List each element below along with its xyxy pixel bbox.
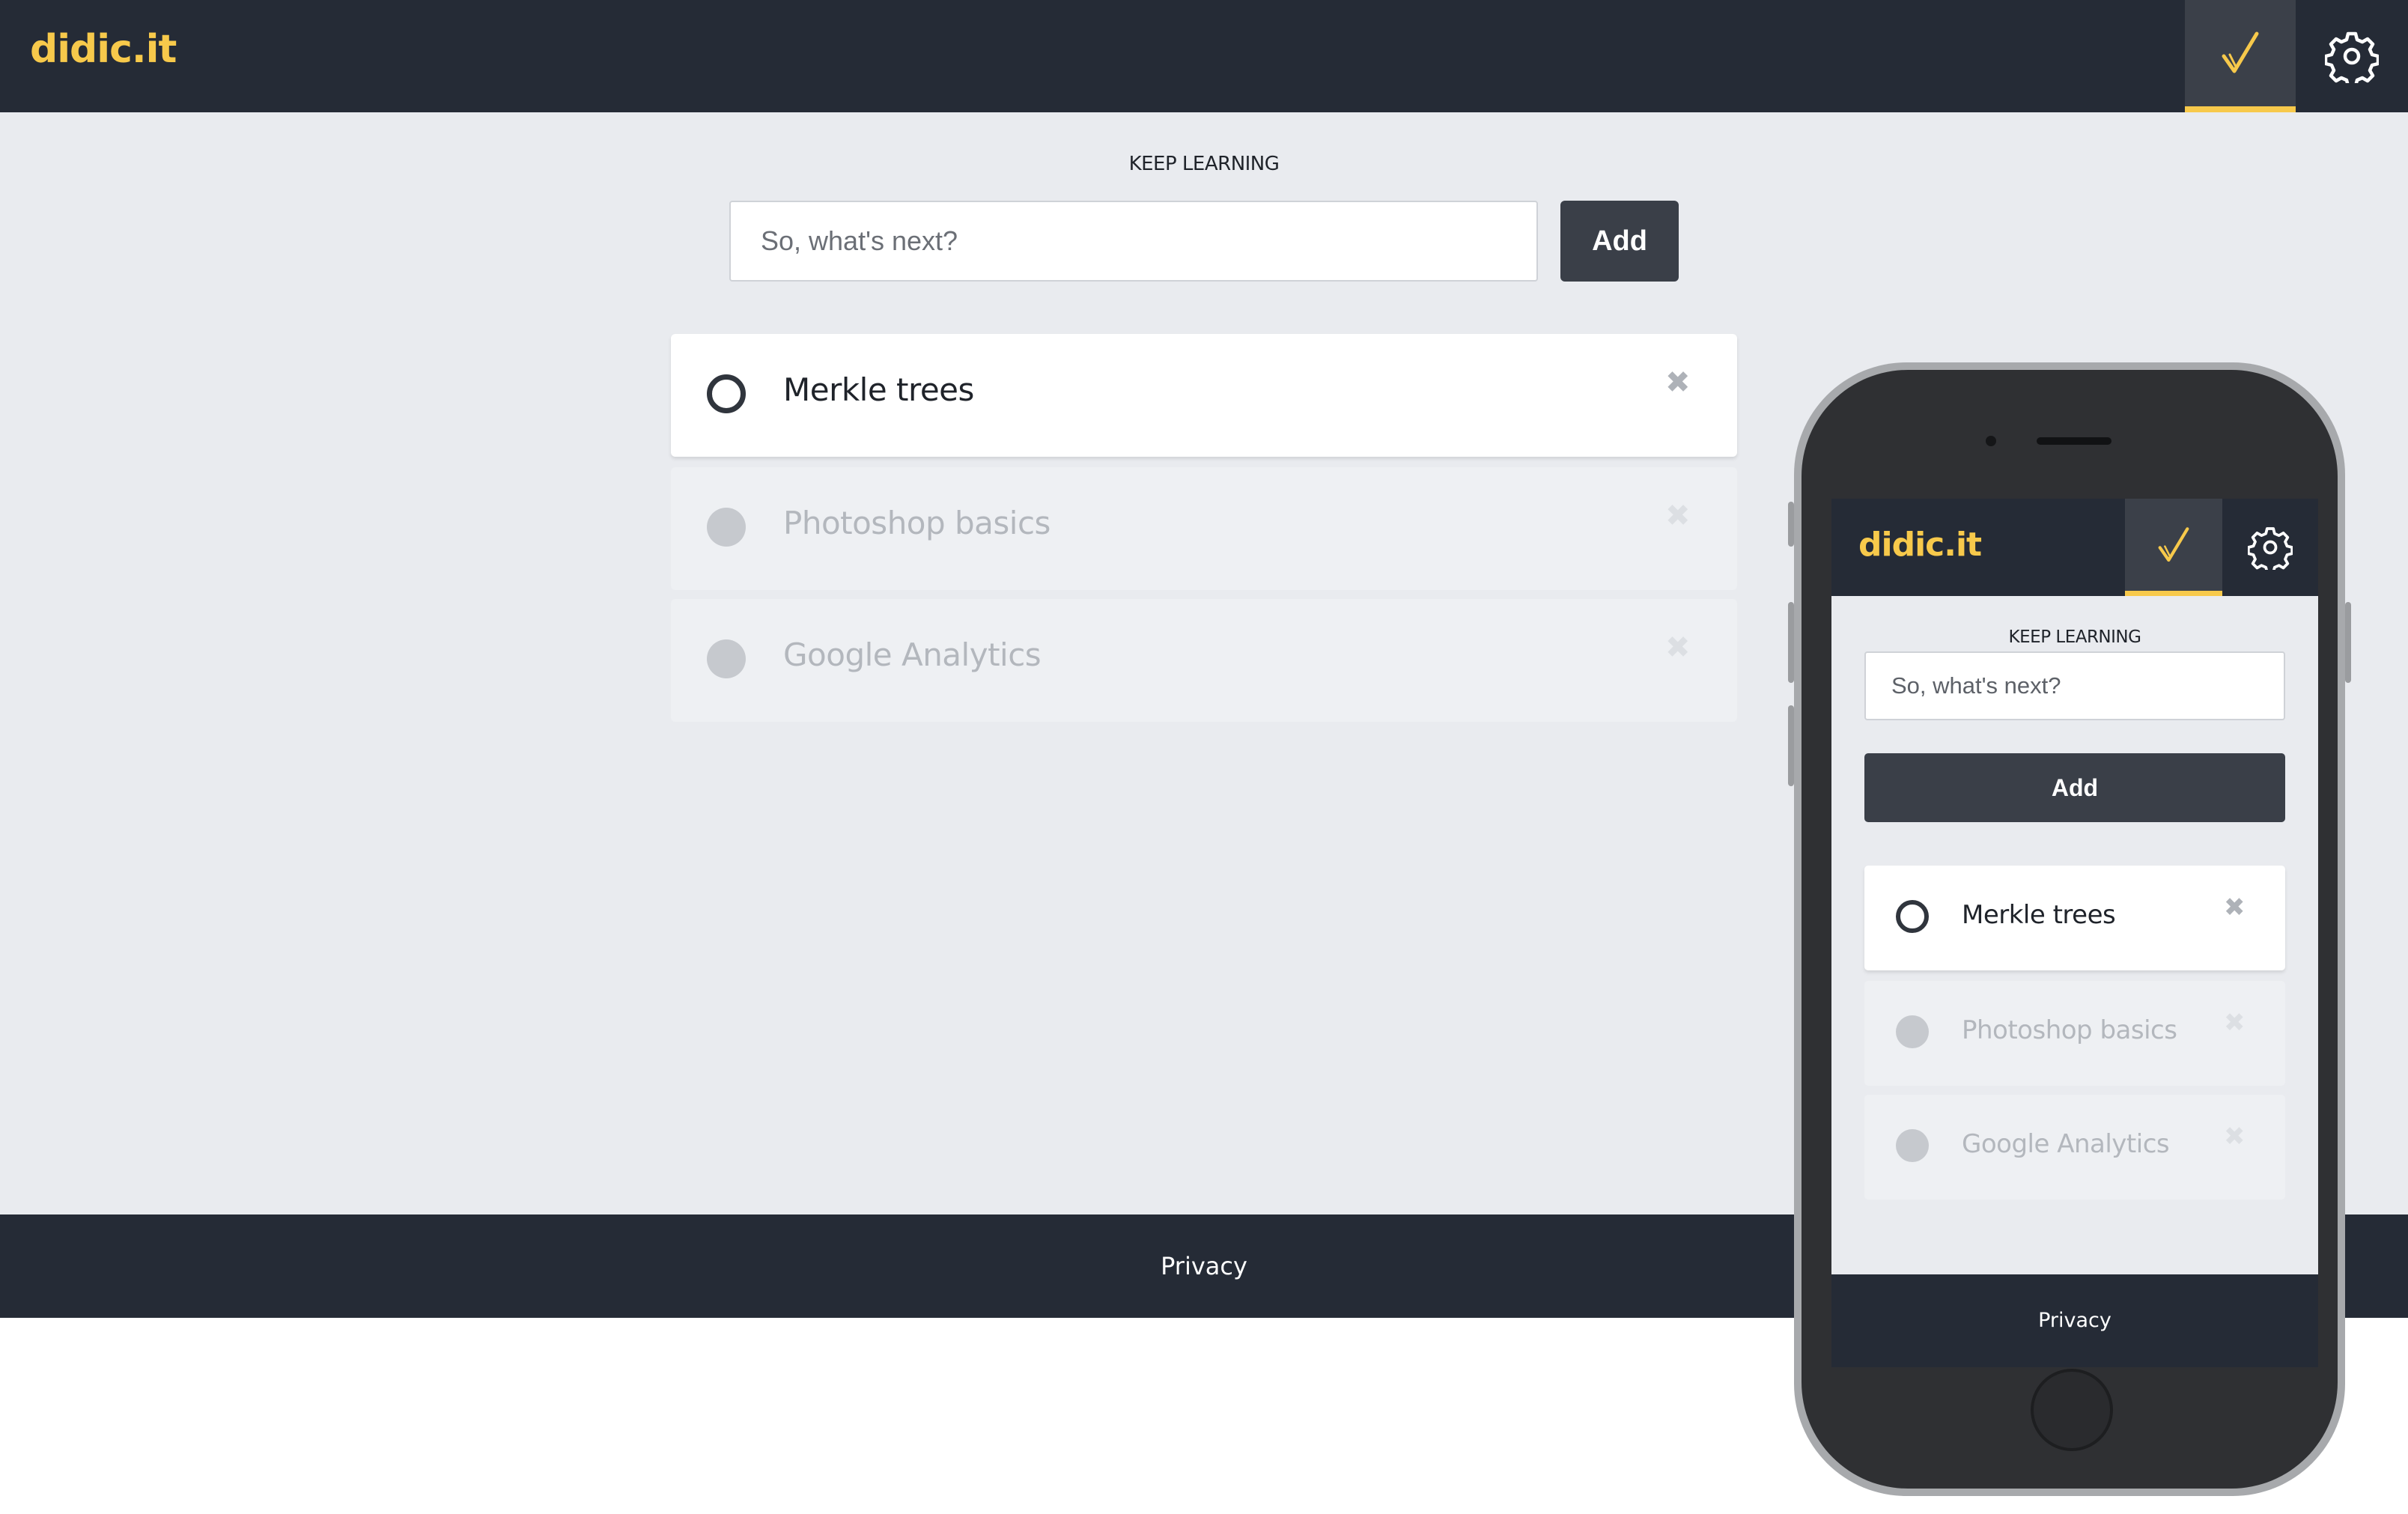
logo[interactable]: didic.it [30,27,177,72]
list-item[interactable]: Merkle trees ✖ [671,334,1737,457]
mobile-footer: Privacy [1831,1274,2318,1367]
phone-volume-up [1788,602,1794,683]
checkmark-icon [2222,31,2259,73]
item-label: Google Analytics [783,636,1042,673]
new-item-input[interactable] [729,201,1538,282]
phone-volume-down [1788,705,1794,786]
delete-icon[interactable]: ✖ [1665,499,1691,533]
phone-power-button [2345,602,2351,683]
checkbox-circle[interactable] [707,508,746,547]
mobile-list-item[interactable]: Photoshop basics ✖ [1864,981,2285,1086]
phone-body: didic.it KEEP LEARNING So, what's next? … [1802,370,2338,1489]
item-label: Merkle trees [783,371,974,408]
mobile-section-title: KEEP LEARNING [2008,627,2141,647]
checkbox-circle[interactable] [1896,1015,1929,1048]
list-item[interactable]: Photoshop basics ✖ [671,467,1737,590]
checkbox-circle[interactable] [1896,900,1929,933]
item-label: Photoshop basics [1962,1015,2177,1045]
checkbox-circle[interactable] [1896,1129,1929,1162]
item-label: Photoshop basics [783,505,1051,541]
gear-icon [2325,31,2379,83]
section-title: KEEP LEARNING [1128,153,1280,175]
app-header: didic.it [0,0,2408,112]
add-button[interactable]: Add [1560,201,1679,282]
mobile-logo[interactable]: didic.it [1858,526,1982,564]
list-item[interactable]: Google Analytics ✖ [671,599,1737,722]
nav-todo-tab[interactable] [2185,0,2296,112]
delete-icon[interactable]: ✖ [2224,893,2246,922]
phone-screen: didic.it KEEP LEARNING So, what's next? … [1831,499,2318,1367]
delete-icon[interactable]: ✖ [1665,365,1691,400]
phone-camera [1986,436,1996,446]
mobile-list-item[interactable]: Google Analytics ✖ [1864,1095,2285,1200]
mobile-add-button[interactable]: Add [1864,753,2285,822]
delete-icon[interactable]: ✖ [1665,630,1691,665]
gear-icon [2248,527,2293,570]
delete-icon[interactable]: ✖ [2224,1122,2246,1152]
phone-mockup: didic.it KEEP LEARNING So, what's next? … [1788,362,2351,1496]
mobile-nav-settings-tab[interactable] [2222,499,2318,596]
delete-icon[interactable]: ✖ [2224,1008,2246,1038]
mobile-list-item[interactable]: Merkle trees ✖ [1864,866,2285,970]
checkbox-circle[interactable] [707,374,746,413]
mobile-nav-todo-tab[interactable] [2125,499,2222,596]
phone-home-button [2031,1369,2113,1451]
mobile-header: didic.it [1831,499,2318,596]
checkbox-circle[interactable] [707,639,746,678]
checkmark-icon [2158,526,2189,562]
nav-settings-tab[interactable] [2296,0,2408,112]
item-label: Merkle trees [1962,900,2116,930]
phone-speaker [2037,437,2111,445]
mobile-privacy-link[interactable]: Privacy [1831,1309,2318,1332]
mobile-new-item-input[interactable] [1864,651,2285,720]
phone-mute-switch [1788,502,1794,547]
item-label: Google Analytics [1962,1129,2170,1159]
